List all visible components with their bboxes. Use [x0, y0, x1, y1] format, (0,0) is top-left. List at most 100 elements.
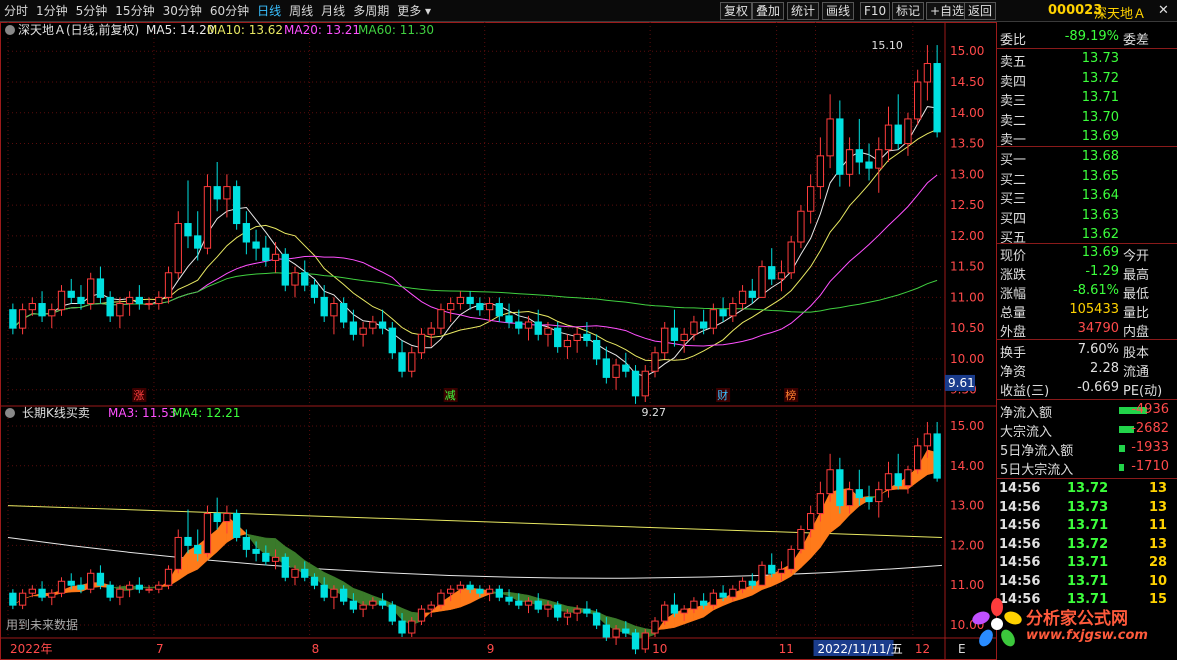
close-icon[interactable]: ✕: [1158, 3, 1169, 18]
timeframe-tab-0[interactable]: 分时: [0, 2, 32, 19]
candle: [758, 266, 766, 298]
candle: [242, 223, 251, 243]
chart-area[interactable]: 15.00 14.50 14.00 13.50 13.00 12.50 12.00 11.50…: [0, 22, 997, 660]
sub-candle: [408, 620, 416, 634]
sub-candle: [242, 536, 251, 550]
sub-candle: [252, 548, 260, 554]
candle: [359, 327, 367, 335]
weibi-row: 委比 -89.19% 委差: [997, 28, 1177, 48]
candle: [417, 333, 426, 354]
sub-candle: [485, 588, 494, 594]
timeframe-tab-9[interactable]: 多周期: [349, 2, 393, 19]
quote-label2: 量比: [1123, 306, 1150, 321]
quote-value: -1.29: [1085, 264, 1119, 279]
candle: [583, 333, 591, 341]
main-chart-title: 深天地Ａ(日线,前复权): [18, 22, 139, 37]
sub-candle: [797, 528, 805, 550]
tick-time: 14:56: [999, 573, 1041, 589]
x-axis-label: 11: [779, 642, 794, 656]
ask-row: 卖二 13.70: [997, 109, 1177, 129]
candle: [48, 309, 56, 317]
sub-candle: [466, 584, 474, 590]
timeframe-tab-3[interactable]: 15分钟: [111, 2, 158, 19]
candle: [661, 327, 669, 354]
quote-label: 外盘: [1000, 325, 1027, 340]
candle: [203, 186, 212, 249]
flow-row: 5日大宗流入 -1710: [997, 458, 1177, 478]
candle: [855, 149, 863, 163]
quote-row: 现价 13.69 今开: [997, 244, 1177, 264]
tick-price: 13.71: [1067, 573, 1109, 589]
flow-label: 5日净流入额: [1000, 444, 1074, 459]
sub-candle: [845, 489, 854, 507]
sub-candle: [826, 469, 834, 495]
candle: [398, 352, 406, 372]
candle: [223, 186, 231, 200]
timeframe-tab-5[interactable]: 60分钟: [206, 2, 253, 19]
sub-candle: [758, 564, 766, 586]
sub-band-segment: [460, 587, 471, 608]
candle: [797, 210, 805, 243]
sub-candle: [865, 497, 873, 503]
chart-border: [0, 22, 997, 660]
sub-candle: [738, 580, 747, 590]
settings-icon[interactable]: [5, 408, 15, 418]
timeframe-tab-4[interactable]: 30分钟: [159, 2, 206, 19]
ask-row: 卖四 13.72: [997, 70, 1177, 90]
settings-icon[interactable]: [5, 25, 15, 35]
toolbar-button-6[interactable]: +自选: [926, 2, 969, 20]
sub-candle: [554, 604, 562, 618]
sub-candle: [301, 568, 309, 578]
candle: [709, 309, 718, 329]
timeframe-tab-8[interactable]: 月线: [317, 2, 349, 19]
sub-y-tick: 14.00: [950, 459, 984, 473]
sub-candle: [28, 588, 36, 594]
candle: [9, 309, 17, 329]
toolbar-button-0[interactable]: 复权: [720, 2, 753, 20]
toolbar-button-4[interactable]: F10: [860, 2, 891, 20]
flow-row: 净流入额 -4936: [997, 401, 1177, 421]
bid-label: 买四: [1000, 211, 1027, 227]
toolbar-button-2[interactable]: 统计: [787, 2, 820, 20]
candle: [38, 303, 46, 317]
sub-y-tick: 13.00: [950, 499, 984, 513]
logo-url: www.fxjgsw.com: [1026, 628, 1148, 643]
ma10-line: [12, 128, 938, 362]
stats-label2: 股本: [1123, 346, 1150, 361]
stats-value: -0.669: [1077, 380, 1119, 395]
ask-row: 卖五 13.73: [997, 50, 1177, 70]
current-price-tag: 9.61: [948, 376, 975, 390]
toolbar-button-7[interactable]: 返回: [964, 2, 997, 20]
bid-price: 13.63: [1081, 207, 1119, 223]
x-axis-right-label: E: [958, 642, 966, 656]
timeframe-tab-10[interactable]: 更多 ▾: [393, 2, 435, 19]
candle: [456, 296, 465, 305]
toolbar-button-5[interactable]: 标记: [892, 2, 925, 20]
panel-separator: [997, 48, 1177, 49]
future-data-note: 用到未来数据: [6, 617, 78, 632]
panel-separator: [997, 399, 1177, 400]
toolbar-button-3[interactable]: 画线: [822, 2, 855, 20]
toolbar-button-1[interactable]: 叠加: [752, 2, 785, 20]
bid-price: 13.65: [1081, 168, 1119, 184]
sub-candle: [369, 600, 377, 606]
candle: [806, 186, 815, 212]
main-y-tick: 12.00: [950, 229, 984, 243]
timeframe-tab-6[interactable]: 日线: [253, 2, 285, 19]
candle: [631, 370, 640, 397]
quote-row: 外盘 34790 内盘: [997, 320, 1177, 340]
timeframe-tab-7[interactable]: 周线: [285, 2, 317, 19]
sub-candle: [262, 552, 270, 562]
candle: [388, 327, 396, 354]
candle: [57, 290, 66, 311]
candle: [495, 303, 503, 317]
candle: [330, 303, 338, 317]
candle: [262, 247, 270, 261]
ask-price: 13.69: [1081, 129, 1119, 144]
weibi-value: -89.19%: [1064, 29, 1119, 44]
timeframe-tab-2[interactable]: 5分钟: [72, 2, 112, 19]
sub-candle: [690, 600, 698, 610]
x-axis-label: 8: [312, 642, 320, 656]
candle: [826, 118, 834, 157]
timeframe-tab-1[interactable]: 1分钟: [32, 2, 72, 19]
